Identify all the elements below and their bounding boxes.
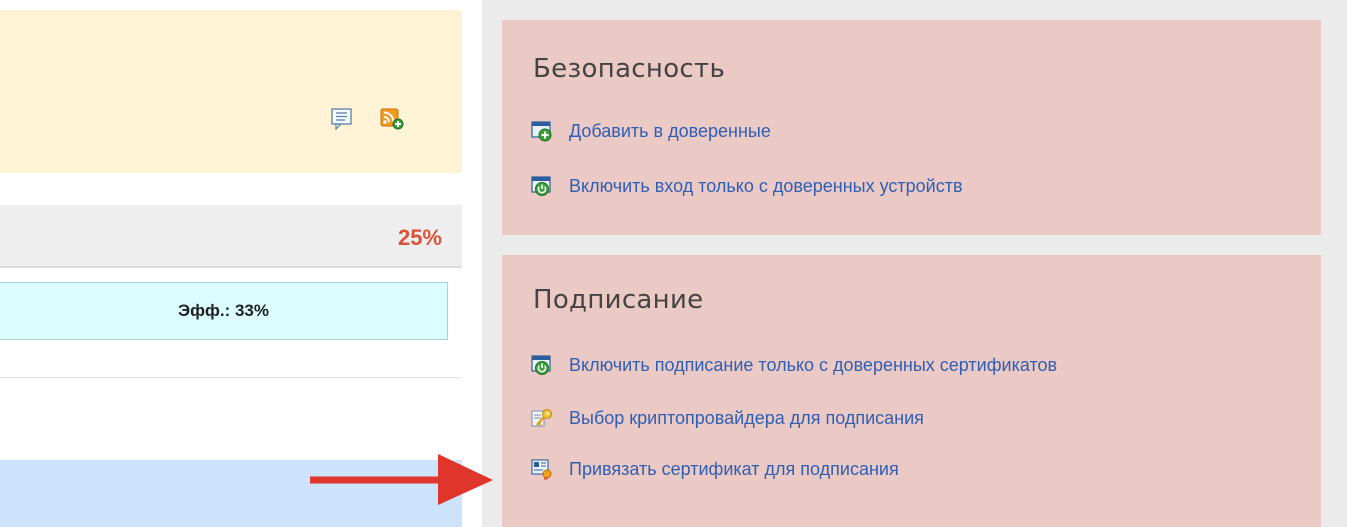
- crypto-provider-label: Выбор криптопровайдера для подписания: [569, 407, 924, 428]
- signing-title: Подписание: [533, 285, 704, 315]
- efficiency-box[interactable]: Эфф.: 33%: [0, 282, 448, 340]
- add-trusted-link[interactable]: Добавить в доверенные: [531, 118, 771, 144]
- security-title: Безопасность: [533, 54, 726, 84]
- right-column: Безопасность Добавить в доверенные Включ…: [482, 0, 1347, 527]
- notice-panel: [0, 10, 462, 173]
- red-arrow-icon: [310, 454, 493, 505]
- power-trusted-icon: [531, 355, 551, 375]
- security-panel: Безопасность Добавить в доверенные Включ…: [502, 20, 1321, 235]
- trusted-signing-link[interactable]: Включить подписание только с доверенных …: [531, 352, 1057, 378]
- trusted-login-label: Включить вход только с доверенных устрой…: [569, 175, 963, 196]
- left-column: 25% Эфф.: 33%: [0, 0, 462, 527]
- comment-icon[interactable]: [330, 108, 354, 130]
- bind-certificate-label: Привязать сертификат для подписания: [569, 458, 899, 479]
- efficiency-label: Эфф.: 33%: [178, 301, 269, 320]
- page: 25% Эфф.: 33% Безопасность Добавить в до…: [0, 0, 1347, 527]
- trusted-signing-label: Включить подписание только с доверенных …: [569, 354, 1058, 375]
- divider: [0, 377, 462, 378]
- add-trusted-icon: [531, 121, 552, 142]
- progress-bar: 25%: [0, 205, 462, 268]
- certificate-icon: [531, 459, 552, 480]
- power-trusted-icon: [531, 176, 551, 196]
- rss-feed-icon[interactable]: [380, 108, 404, 130]
- progress-percent: 25%: [397, 225, 442, 250]
- crypto-provider-link[interactable]: Выбор криптопровайдера для подписания: [531, 405, 924, 431]
- add-trusted-label: Добавить в доверенные: [569, 120, 771, 141]
- key-icon: [531, 409, 552, 427]
- trusted-login-link[interactable]: Включить вход только с доверенных устрой…: [531, 173, 963, 199]
- signing-panel: Подписание Включить подписание только с …: [502, 255, 1321, 527]
- bind-certificate-link[interactable]: Привязать сертификат для подписания: [531, 456, 899, 482]
